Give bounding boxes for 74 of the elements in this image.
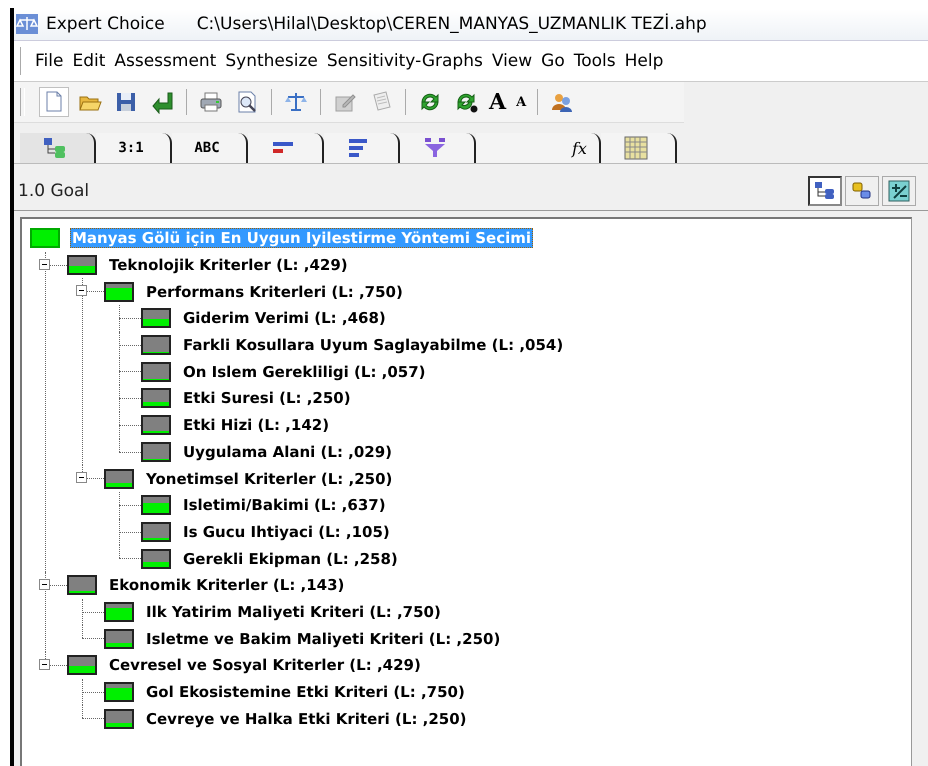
tab[interactable] — [600, 133, 677, 163]
priority-bar — [104, 682, 134, 702]
plus-minus-icon — [888, 180, 910, 202]
menu-item[interactable]: View — [490, 51, 540, 71]
collapse-toggle[interactable] — [76, 472, 87, 484]
priority-bar — [141, 362, 171, 382]
menu-item[interactable]: File — [33, 51, 70, 71]
priority-bar — [141, 548, 171, 569]
tab[interactable] — [248, 133, 324, 163]
tab[interactable] — [20, 133, 96, 163]
priority-bar — [141, 522, 171, 542]
tab[interactable]: fx — [476, 133, 601, 163]
node-label[interactable]: On Islem Gerekliligi (L: ,057) — [181, 362, 428, 382]
tree-view-icon — [43, 136, 67, 160]
node-label[interactable]: Is Gucu Ihtiyaci (L: ,105) — [181, 522, 392, 542]
priority-bar — [104, 708, 134, 729]
node-label[interactable]: Giderim Verimi (L: ,468) — [181, 308, 388, 328]
tab[interactable] — [400, 133, 476, 163]
collapse-toggle[interactable] — [76, 285, 87, 296]
node-label[interactable]: Farkli Kosullara Uyum Saglayabilme (L: ,054) — [181, 335, 566, 356]
node-title: 1.0 Goal — [18, 181, 90, 201]
priority-bar — [141, 495, 171, 516]
node-label[interactable]: Gol Ekosistemine Etki Kriteri (L: ,750) — [144, 682, 467, 702]
node-label[interactable]: Ilk Yatirim Maliyeti Kriteri (L: ,750) — [144, 602, 443, 622]
node-label[interactable]: Isletme ve Bakim Maliyeti Kriteri (L: ,250) — [144, 628, 502, 649]
menu-item[interactable]: Edit — [70, 51, 112, 71]
menu-item[interactable]: Go — [539, 51, 572, 71]
priority-bar — [104, 282, 134, 302]
priority-bar — [104, 468, 134, 489]
node-label[interactable]: Cevresel ve Sosyal Kriterler (L: ,429) — [107, 655, 423, 676]
menu-item[interactable]: Synthesize — [223, 51, 325, 71]
priority-bar — [141, 415, 171, 436]
priority-bar — [141, 388, 171, 408]
priority-bar — [104, 602, 134, 622]
priority-bar — [141, 308, 171, 328]
node-label[interactable]: Ekonomik Kriterler (L: ,143) — [107, 575, 346, 596]
priority-bar — [104, 628, 134, 649]
node-label[interactable]: Teknolojik Kriterler (L: ,429) — [107, 255, 350, 276]
app-name: Expert Choice — [46, 14, 165, 34]
view-button[interactable] — [845, 176, 879, 206]
priority-bar — [67, 255, 97, 276]
collapse-toggle[interactable] — [39, 659, 50, 670]
node-label[interactable]: Performans Kriterleri (L: ,750) — [144, 282, 405, 302]
node-label[interactable]: Uygulama Alani (L: ,029) — [181, 442, 394, 462]
node-label[interactable]: Isletimi/Bakimi (L: ,637) — [181, 495, 388, 516]
menu-item[interactable]: Assessment — [112, 51, 224, 71]
menu-item[interactable]: Tools — [572, 51, 623, 71]
node-label[interactable]: Cevreye ve Halka Etki Kriteri (L: ,250) — [144, 708, 469, 729]
node-label[interactable]: Gerekli Ekipman (L: ,258) — [181, 548, 400, 569]
file-path: C:\Users\Hilal\Desktop\CEREN_MANYAS_UZMANLIK TEZİ.ahp — [196, 14, 707, 34]
font-decrease-button[interactable]: A — [514, 94, 528, 110]
tree-view-icon — [814, 180, 836, 202]
priority-bar — [141, 442, 171, 462]
node-label[interactable]: Yonetimsel Kriterler (L: ,250) — [144, 468, 394, 489]
node-label[interactable]: Etki Suresi (L: ,250) — [181, 388, 353, 408]
new-document-icon[interactable] — [39, 87, 69, 117]
view-button[interactable] — [882, 176, 916, 206]
menu-item[interactable]: Help — [622, 51, 670, 71]
priority-bar — [30, 228, 60, 248]
priority-bar — [67, 575, 97, 596]
font-increase-button[interactable]: A — [487, 89, 508, 115]
tab[interactable]: 3:1 — [96, 133, 172, 163]
collapse-toggle[interactable] — [39, 258, 50, 270]
menu-item[interactable]: Sensitivity-Graphs — [324, 51, 490, 71]
tab[interactable] — [324, 133, 400, 163]
priority-bar — [141, 335, 171, 356]
collapse-toggle[interactable] — [39, 578, 50, 590]
tab[interactable]: ABC — [172, 133, 248, 163]
priority-bar — [67, 655, 97, 676]
node-label[interactable]: Etki Hizi (L: ,142) — [181, 415, 332, 436]
grid-icon — [624, 136, 648, 160]
funnel-icon — [423, 136, 447, 160]
app-logo-icon — [16, 14, 38, 34]
view-button[interactable] — [808, 176, 842, 206]
